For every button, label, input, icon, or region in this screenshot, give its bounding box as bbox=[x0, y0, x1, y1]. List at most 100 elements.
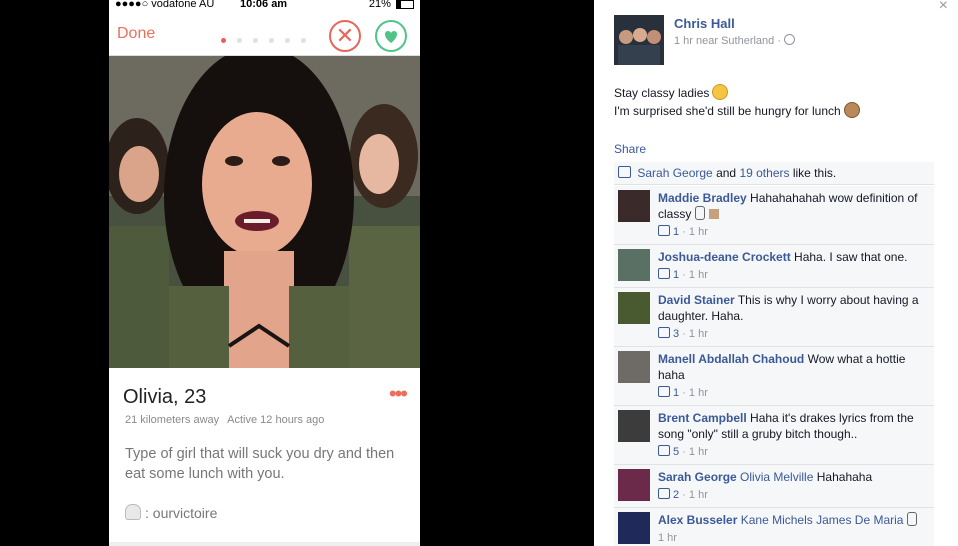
close-button[interactable]: × bbox=[939, 0, 948, 15]
pager-dot[interactable] bbox=[301, 38, 306, 43]
comment-meta: 3 · 1 hr bbox=[658, 326, 928, 342]
avatar-image bbox=[614, 15, 664, 65]
like-thumb-icon[interactable] bbox=[658, 327, 670, 338]
comment-body: Sarah George Olivia Melville Hahahaha 2 … bbox=[658, 469, 928, 503]
like-thumb-icon[interactable] bbox=[658, 268, 670, 279]
commenter-name[interactable]: Manell Abdallah Chahoud bbox=[658, 352, 804, 366]
likes-summary: Sarah George and 19 others like this. bbox=[614, 162, 934, 185]
likes-others-link[interactable]: 19 others bbox=[739, 166, 789, 180]
commenter-name[interactable]: Brent Campbell bbox=[658, 411, 747, 425]
commenter-name[interactable]: Joshua-deane Crockett bbox=[658, 250, 791, 264]
comment-time: · 1 hr bbox=[682, 269, 708, 281]
comment-meta: 1 · 1 hr bbox=[658, 267, 928, 283]
comment-body: Joshua-deane Crockett Haha. I saw that o… bbox=[658, 249, 928, 283]
like-button[interactable] bbox=[375, 20, 407, 52]
pager-dot[interactable] bbox=[237, 38, 242, 43]
comment-meta: 1 hr bbox=[658, 530, 928, 546]
comment-like-count[interactable]: 5 bbox=[673, 446, 679, 458]
comment-body: Alex Busseler Kane Michels James De Mari… bbox=[658, 512, 928, 546]
comment-time: · 1 hr bbox=[682, 328, 708, 340]
comment-like-count[interactable]: 1 bbox=[673, 387, 679, 399]
nav-bar: Done ✕ bbox=[109, 12, 420, 56]
commenter-name[interactable]: Sarah George bbox=[658, 470, 737, 484]
profile-card-area: Olivia, 23 ••• 21 kilometers away Active … bbox=[109, 368, 420, 546]
commenter-avatar[interactable] bbox=[618, 249, 650, 281]
comment-meta: 5 · 1 hr bbox=[658, 444, 928, 460]
like-thumb-icon[interactable] bbox=[658, 386, 670, 397]
tagged-user[interactable]: Kane Michels James De Maria bbox=[741, 513, 904, 527]
close-icon: ✕ bbox=[335, 23, 355, 48]
monkey-emoji-icon bbox=[843, 102, 860, 118]
comment-text: Haha. I saw that one. bbox=[794, 250, 908, 264]
like-thumb-icon bbox=[618, 166, 631, 178]
like-thumb-icon[interactable] bbox=[658, 225, 670, 236]
comment-meta: 2 · 1 hr bbox=[658, 487, 928, 503]
clock: 10:06 am bbox=[240, 0, 288, 10]
post-time: 1 hr near Sutherland · bbox=[674, 34, 796, 47]
comment: Alex Busseler Kane Michels James De Mari… bbox=[614, 508, 934, 546]
commenter-avatar[interactable] bbox=[618, 410, 650, 442]
comment-like-count[interactable]: 3 bbox=[673, 328, 679, 340]
comment-meta: 1 · 1 hr bbox=[658, 385, 928, 401]
share-link[interactable]: Share bbox=[614, 142, 646, 156]
dating-app-screen: ●●●●○ vodafone AU 10:06 am 21% Done ✕ Ol… bbox=[109, 0, 420, 546]
photo-pager[interactable] bbox=[221, 30, 317, 48]
comment-body: Brent Campbell Haha it's drakes lyrics f… bbox=[658, 410, 928, 460]
likes-and: and bbox=[716, 166, 737, 180]
author-avatar[interactable] bbox=[614, 15, 664, 65]
liker-name[interactable]: Sarah George bbox=[637, 166, 712, 180]
battery-icon bbox=[396, 0, 414, 9]
globe-icon bbox=[784, 34, 796, 45]
comment-like-count[interactable]: 2 bbox=[673, 489, 679, 501]
commenter-name[interactable]: Maddie Bradley bbox=[658, 191, 747, 205]
author-name[interactable]: Chris Hall bbox=[674, 16, 735, 31]
hand-emoji-icon bbox=[907, 512, 918, 526]
comment-like-count[interactable]: 1 bbox=[673, 226, 679, 238]
hand-emoji-icon bbox=[695, 206, 706, 220]
dislike-button[interactable]: ✕ bbox=[329, 20, 361, 52]
grin-emoji-icon bbox=[712, 84, 729, 100]
pager-dot[interactable] bbox=[221, 38, 226, 43]
profile-meta: 21 kilometers away Active 12 hours ago bbox=[125, 414, 324, 426]
pager-dot[interactable] bbox=[285, 38, 290, 43]
active-label: Active 12 hours ago bbox=[227, 414, 325, 426]
status-bar: ●●●●○ vodafone AU 10:06 am 21% bbox=[109, 0, 420, 12]
commenter-avatar[interactable] bbox=[618, 469, 650, 501]
comment-text: Hahahaha bbox=[816, 470, 873, 484]
comment-like-count[interactable]: 1 bbox=[673, 269, 679, 281]
post-line-2: I'm surprised she'd still be hungry for … bbox=[614, 104, 841, 118]
comment-body: Manell Abdallah Chahoud Wow what a hotti… bbox=[658, 351, 928, 401]
heart-icon bbox=[384, 31, 398, 43]
pager-dot[interactable] bbox=[269, 38, 274, 43]
profile-bio: Type of girl that will suck you dry and … bbox=[125, 446, 395, 482]
post-line-1: Stay classy ladies bbox=[614, 86, 710, 100]
like-thumb-icon[interactable] bbox=[658, 445, 670, 456]
commenter-avatar[interactable] bbox=[618, 292, 650, 324]
comment-time: · 1 hr bbox=[682, 226, 708, 238]
emoji-icon bbox=[709, 209, 720, 219]
commenter-avatar[interactable] bbox=[618, 190, 650, 222]
commenter-avatar[interactable] bbox=[618, 351, 650, 383]
commenter-name[interactable]: Alex Busseler bbox=[658, 513, 737, 527]
selfie-image bbox=[109, 56, 420, 368]
comment-meta: 1 · 1 hr bbox=[658, 224, 928, 240]
battery-indicator: 21% bbox=[369, 0, 414, 10]
profile-photo[interactable] bbox=[109, 56, 420, 368]
like-thumb-icon[interactable] bbox=[658, 488, 670, 499]
comment: David Stainer This is why I worry about … bbox=[614, 288, 934, 347]
pager-dot[interactable] bbox=[253, 38, 258, 43]
done-button[interactable]: Done bbox=[117, 25, 155, 43]
snapchat-username: : ourvictoire bbox=[145, 505, 218, 521]
comment-time: · 1 hr bbox=[682, 489, 708, 501]
comment-body: Maddie Bradley Hahahahahah wow definitio… bbox=[658, 190, 928, 240]
post-text: Stay classy ladies I'm surprised she'd s… bbox=[614, 84, 860, 120]
comment-time: · 1 hr bbox=[682, 387, 708, 399]
comment-body: David Stainer This is why I worry about … bbox=[658, 292, 928, 342]
comment-time: · 1 hr bbox=[682, 446, 708, 458]
comment: Sarah George Olivia Melville Hahahaha 2 … bbox=[614, 465, 934, 508]
commenter-avatar[interactable] bbox=[618, 512, 650, 544]
tagged-user[interactable]: Olivia Melville bbox=[740, 470, 813, 484]
battery-percent: 21% bbox=[368, 0, 391, 10]
commenter-name[interactable]: David Stainer bbox=[658, 293, 735, 307]
more-options-button[interactable]: ••• bbox=[389, 383, 408, 405]
